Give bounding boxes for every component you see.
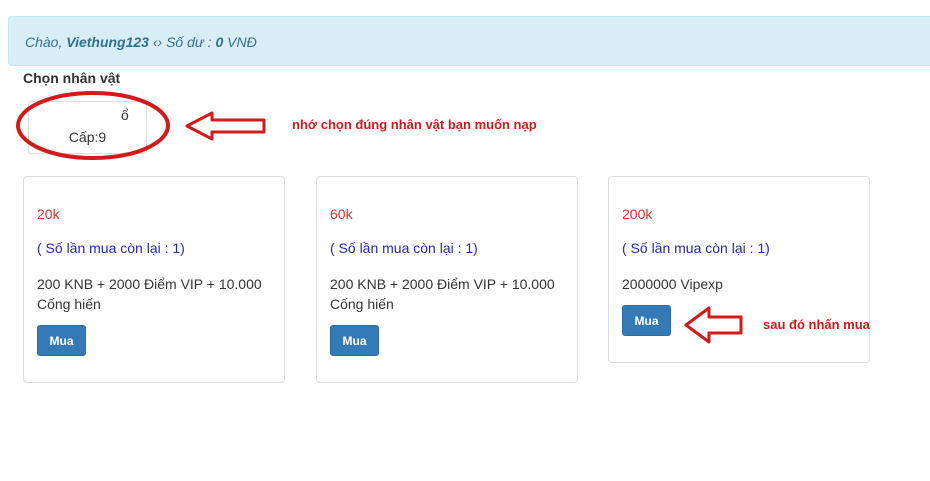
balance-separator: ‹› Số dư : [152,34,212,50]
package-card-200k: 200k ( Số lần mua còn lại : 1) 2000000 V… [608,176,870,363]
package-remaining: ( Số lần mua còn lại : 1) [330,240,478,256]
select-character-note: nhớ chọn đúng nhân vật bạn muốn nạp [292,117,537,132]
balance-value: 0 [215,34,224,50]
package-card-60k: 60k ( Số lần mua còn lại : 1) 200 KNB + … [316,176,578,383]
package-price: 60k [330,206,353,222]
username: Viethung123 [66,34,149,50]
greeting-text: Chào, [25,34,63,50]
package-price: 200k [622,206,653,222]
package-description: 2000000 Vipexp [622,276,723,292]
character-name: ổ [121,107,129,123]
package-card-20k: 20k ( Số lần mua còn lại : 1) 200 KNB + … [23,176,285,383]
left-arrow-icon [185,111,266,141]
package-remaining: ( Số lần mua còn lại : 1) [37,240,185,256]
package-price: 20k [37,206,60,222]
character-option[interactable]: ổ Cấp:9 [28,101,147,154]
buy-button-20k[interactable]: Mua [37,325,86,356]
character-section-label: Chọn nhân vật [23,70,121,86]
package-remaining: ( Số lần mua còn lại : 1) [622,240,770,256]
buy-button-60k[interactable]: Mua [330,325,379,356]
buy-note: sau đó nhấn mua [763,317,870,332]
package-description: 200 KNB + 2000 Điểm VIP + 10.000 Cống hi… [37,276,262,312]
character-level: Cấp:9 [68,129,107,145]
buy-button-200k[interactable]: Mua [622,305,671,336]
currency-label: VNĐ [227,34,257,50]
balance-text: Chào, Viethung123 ‹› Số dư : 0 VNĐ [25,34,257,50]
balance-alert: Chào, Viethung123 ‹› Số dư : 0 VNĐ [8,16,930,66]
package-description: 200 KNB + 2000 Điểm VIP + 10.000 Cống hi… [330,276,555,312]
